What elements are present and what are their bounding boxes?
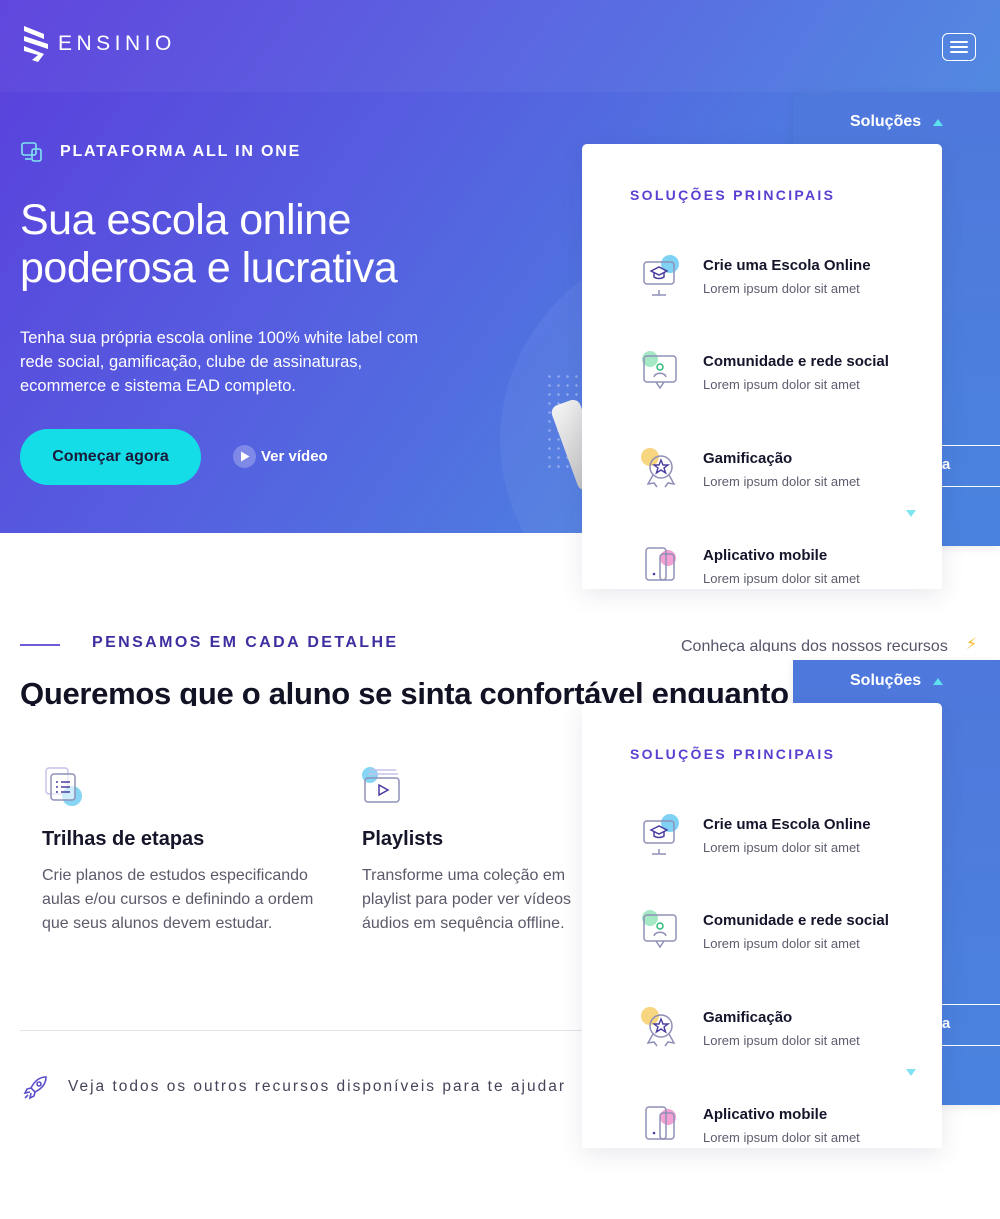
features-link[interactable]: Conheça alguns dos nossos recursos bbox=[681, 634, 948, 652]
graduation-screen-icon bbox=[643, 814, 679, 855]
feature-description: Crie planos de estudos especificando aul… bbox=[42, 867, 314, 932]
dropdown-item-sub: Lorem ipsum dolor sit amet bbox=[703, 1033, 860, 1048]
dropdown-item-sub: Lorem ipsum dolor sit amet bbox=[703, 1130, 860, 1145]
ensinio-logo-icon bbox=[24, 26, 48, 62]
hero-description: Tenha sua própria escola online 100% whi… bbox=[20, 329, 419, 395]
solutions-label: Soluções bbox=[850, 672, 922, 689]
graduation-screen-icon bbox=[643, 255, 679, 296]
caret-up-icon bbox=[933, 677, 944, 685]
feature-card-playlists: Playlists Transforme uma coleção em play… bbox=[362, 766, 582, 936]
see-all-resources-text: Veja todos os outros recursos disponívei… bbox=[68, 1078, 567, 1095]
dropdown-item-mobile-app[interactable]: Aplicativo mobile Lorem ipsum dolor sit … bbox=[640, 544, 860, 590]
dropdown-item-label: Crie uma Escola Online bbox=[703, 257, 871, 274]
solutions-label: Soluções bbox=[850, 113, 922, 130]
dropdown-item-sub: Lorem ipsum dolor sit amet bbox=[703, 474, 860, 489]
hero-title-line: Sua escola online bbox=[20, 196, 351, 244]
solutions-toggle[interactable]: Soluções bbox=[850, 672, 944, 690]
dropdown-title: SOLUÇÕES PRINCIPAIS bbox=[630, 187, 836, 203]
list-steps-icon bbox=[45, 767, 82, 806]
see-all-resources-link[interactable]: Veja todos os outros recursos disponívei… bbox=[22, 1073, 582, 1101]
dropdown-item-sub: Lorem ipsum dolor sit amet bbox=[703, 840, 860, 855]
menu-line-icon bbox=[950, 46, 968, 48]
watch-video-label: Ver vídeo bbox=[261, 448, 328, 465]
hero-title: Sua escola online poderosa e lucrativa bbox=[20, 196, 540, 292]
play-icon bbox=[233, 445, 256, 468]
start-now-button[interactable]: Começar agora bbox=[20, 429, 201, 485]
solutions-toggle[interactable]: Soluções bbox=[850, 113, 944, 131]
dropdown-item-label: Comunidade e rede social bbox=[703, 912, 889, 929]
dropdown-item-community[interactable]: Comunidade e rede social Lorem ipsum dol… bbox=[640, 350, 889, 396]
scroll-down-caret-icon[interactable] bbox=[906, 1069, 916, 1076]
solutions-dropdown: SOLUÇÕES PRINCIPAIS Crie uma Escola Onli… bbox=[582, 703, 942, 1148]
brand-logo[interactable]: ENSINIO bbox=[22, 24, 176, 64]
scroll-down-caret-icon[interactable] bbox=[906, 510, 916, 517]
caret-up-icon bbox=[933, 118, 944, 126]
brand-name: ENSINIO bbox=[58, 32, 176, 55]
mobile-app-icon bbox=[645, 1106, 676, 1140]
hamburger-menu-button[interactable] bbox=[942, 33, 976, 61]
feature-description-line: playlist para poder ver vídeos bbox=[362, 891, 571, 908]
section-accent-line bbox=[20, 644, 60, 646]
playlist-icon bbox=[362, 767, 400, 803]
dropdown-item-sub: Lorem ipsum dolor sit amet bbox=[703, 377, 860, 392]
community-icon bbox=[642, 351, 677, 390]
feature-card-trails: Trilhas de etapas Crie planos de estudos… bbox=[42, 766, 332, 936]
mobile-app-icon bbox=[645, 547, 676, 581]
dropdown-item-label: Gamificação bbox=[703, 450, 793, 467]
dropdown-item-label: Crie uma Escola Online bbox=[703, 816, 871, 833]
section-eyebrow: PENSAMOS EM CADA DETALHE bbox=[92, 634, 399, 651]
menu-line-icon bbox=[950, 51, 968, 53]
dropdown-item-gamification[interactable]: Gamificação Lorem ipsum dolor sit amet bbox=[640, 447, 860, 493]
dropdown-item-online-school[interactable]: Crie uma Escola Online Lorem ipsum dolor… bbox=[640, 813, 871, 859]
devices-icon bbox=[21, 142, 42, 162]
feature-description: Transforme uma coleção em playlist para … bbox=[362, 864, 582, 936]
menu-line-icon bbox=[950, 41, 968, 43]
dropdown-item-mobile-app[interactable]: Aplicativo mobile Lorem ipsum dolor sit … bbox=[640, 1103, 860, 1149]
dropdown-item-community[interactable]: Comunidade e rede social Lorem ipsum dol… bbox=[640, 909, 889, 955]
feature-description-line: Transforme uma coleção em bbox=[362, 867, 566, 884]
badge-star-icon bbox=[641, 1007, 676, 1047]
section-heading: Queremos que o aluno se sinta confortáve… bbox=[20, 676, 790, 706]
rocket-icon bbox=[23, 1076, 47, 1100]
dropdown-item-label: Aplicativo mobile bbox=[703, 1106, 828, 1123]
watch-video-link[interactable]: Ver vídeo bbox=[233, 445, 328, 468]
dropdown-item-label: Comunidade e rede social bbox=[703, 353, 889, 370]
dropdown-item-online-school[interactable]: Crie uma Escola Online Lorem ipsum dolor… bbox=[640, 254, 871, 300]
feature-description-line: áudios em sequência offline. bbox=[362, 915, 565, 932]
community-icon bbox=[642, 910, 677, 949]
feature-title: Trilhas de etapas bbox=[42, 828, 205, 850]
hero-eyebrow-text: PLATAFORMA ALL IN ONE bbox=[60, 143, 302, 160]
lightning-icon: ⚡ bbox=[966, 636, 978, 653]
dropdown-item-gamification[interactable]: Gamificação Lorem ipsum dolor sit amet bbox=[640, 1006, 860, 1052]
dropdown-item-sub: Lorem ipsum dolor sit amet bbox=[703, 936, 860, 951]
hero-eyebrow: PLATAFORMA ALL IN ONE bbox=[20, 141, 301, 163]
dropdown-item-sub: Lorem ipsum dolor sit amet bbox=[703, 281, 860, 296]
dropdown-item-sub: Lorem ipsum dolor sit amet bbox=[703, 571, 860, 586]
section-divider bbox=[20, 1030, 582, 1031]
hero-title-line: poderosa e lucrativa bbox=[20, 244, 398, 292]
dropdown-title: SOLUÇÕES PRINCIPAIS bbox=[630, 746, 836, 762]
dropdown-item-label: Aplicativo mobile bbox=[703, 547, 828, 564]
feature-title: Playlists bbox=[362, 828, 444, 850]
dropdown-item-label: Gamificação bbox=[703, 1009, 793, 1026]
solutions-dropdown: SOLUÇÕES PRINCIPAIS Crie uma Escola Onli… bbox=[582, 144, 942, 589]
badge-star-icon bbox=[641, 448, 676, 488]
